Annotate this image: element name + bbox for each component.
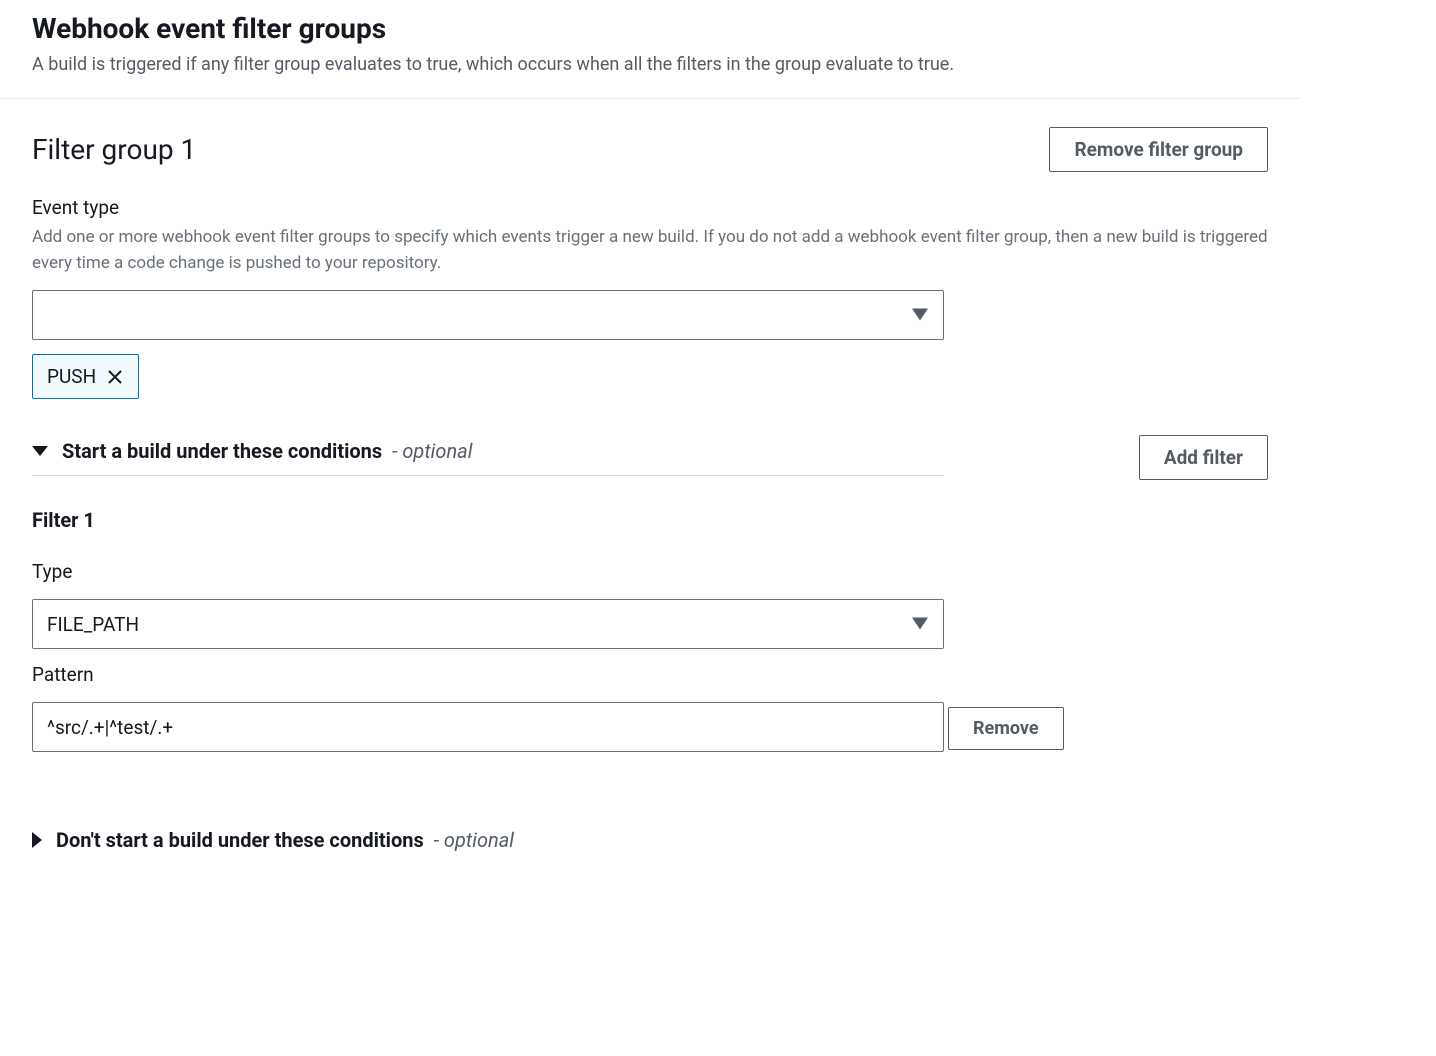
event-type-label: Event type: [32, 196, 1268, 219]
close-icon[interactable]: [106, 368, 124, 386]
event-type-tags: PUSH: [32, 354, 1268, 399]
filter-group-header: Filter group 1 Remove filter group: [32, 127, 1268, 172]
chevron-down-icon: [32, 446, 48, 456]
event-type-description: Add one or more webhook event filter gro…: [32, 225, 1268, 276]
add-filter-button[interactable]: Add filter: [1139, 435, 1268, 480]
optional-label: - optional: [429, 828, 514, 852]
start-conditions-toggle[interactable]: Start a build under these conditions - o…: [32, 439, 944, 476]
tag-label: PUSH: [47, 365, 96, 388]
dont-start-conditions-title: Don't start a build under these conditio…: [56, 828, 514, 852]
event-type-select[interactable]: [32, 290, 944, 340]
chevron-right-icon: [32, 832, 42, 848]
filter-type-select[interactable]: FILE_PATH: [32, 599, 944, 649]
optional-label: - optional: [387, 439, 472, 463]
start-conditions-title: Start a build under these conditions - o…: [62, 439, 472, 463]
divider: [0, 98, 1300, 99]
filter-1-block: Filter 1 Type FILE_PATH Pattern Remove: [32, 508, 1268, 768]
page-description: A build is triggered if any filter group…: [32, 51, 1268, 78]
event-type-tag-push[interactable]: PUSH: [32, 354, 139, 399]
filter-pattern-label: Pattern: [32, 663, 1268, 686]
filter-pattern-input[interactable]: [32, 702, 944, 752]
dont-start-conditions-toggle[interactable]: Don't start a build under these conditio…: [32, 828, 1268, 852]
filter-1-title: Filter 1: [32, 508, 1268, 532]
filter-type-label: Type: [32, 560, 1268, 583]
remove-filter-group-button[interactable]: Remove filter group: [1049, 127, 1268, 172]
remove-filter-button[interactable]: Remove: [948, 707, 1064, 750]
page-title: Webhook event filter groups: [32, 12, 1268, 45]
filter-group-title: Filter group 1: [32, 133, 196, 166]
